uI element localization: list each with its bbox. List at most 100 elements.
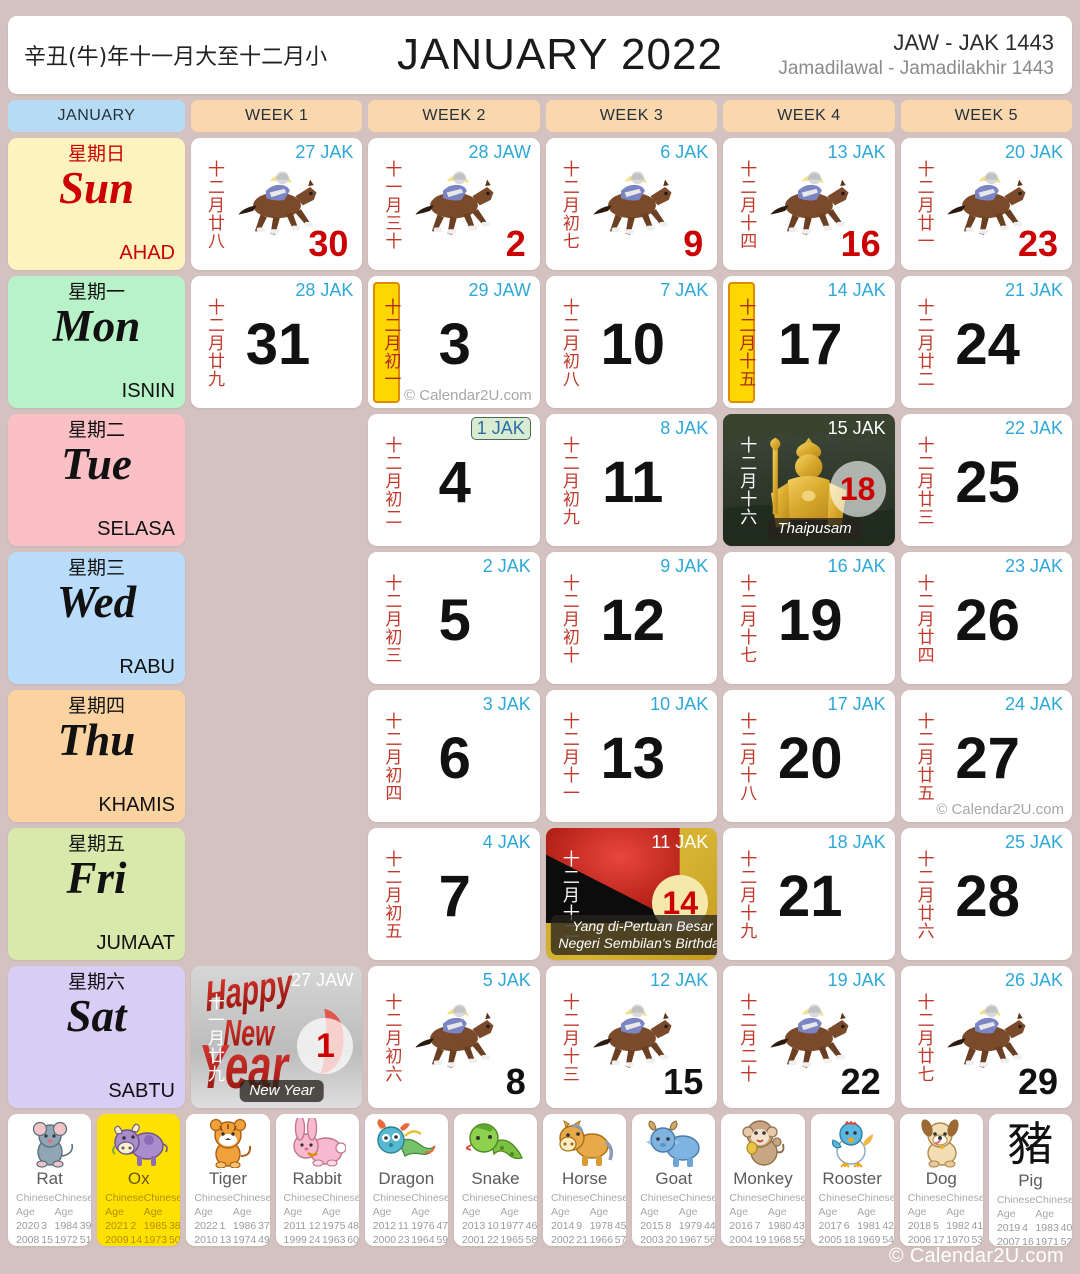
zodiac-card-monkey[interactable]: Monkey Chinese Chinese Age Age 2016 7 1980 4… <box>721 1114 805 1246</box>
day-cell-10[interactable]: 十二月初八 7 JAK 10 <box>545 276 718 408</box>
zodiac-card-dog[interactable]: Dog Chinese Chinese Age Age 2018 5 1982 41 2… <box>899 1114 983 1246</box>
hijri-date: 11 JAK <box>651 832 709 852</box>
day-cell-18[interactable]: 十二月十六 15 JAK 18 Thaipusam <box>723 414 895 546</box>
lunar-date: 十二月初十 <box>558 573 579 664</box>
zodiac-icon-rooster <box>825 1118 879 1168</box>
lunar-date: 十二月十七 <box>736 573 757 664</box>
hijri-date: 26 JAK <box>1004 970 1064 990</box>
day-cell-12[interactable]: 十二月初十 9 JAK 12 <box>545 552 718 684</box>
lunar-date: 十二月廿三 <box>913 435 934 526</box>
event-label: Thaipusam <box>767 518 862 540</box>
horse-icon <box>938 1002 1030 1070</box>
hijri-date: 29 JAW <box>468 280 531 300</box>
zodiac-card-pig[interactable]: 豬 Pig Chinese Chinese Age Age 2019 4 1983 40 … <box>988 1114 1073 1246</box>
calendar-row-mon: 星期一 Mon ISNIN 十二月廿九 28 JAK 31 十二月初一 29 JAW 3 © Ca… <box>8 276 1073 408</box>
day-cell-14[interactable]: 十二月十二 11 JAK 14 Yang di-Pertuan Besar Negeri… <box>545 828 718 960</box>
day-malay-mon: ISNIN <box>121 380 175 402</box>
zodiac-table: Chinese Chinese Age Age 2016 7 1980 43 2004 1… <box>721 1192 804 1246</box>
zodiac-table: Chinese Chinese Age Age 2020 3 1984 39 2008 1… <box>8 1192 91 1246</box>
day-cell-7[interactable]: 十二月初五 4 JAK 7 <box>368 828 540 960</box>
zodiac-card-horse[interactable]: Horse Chinese Chinese Age Age 2014 9 1978 45… <box>543 1114 627 1246</box>
zodiac-card-ox[interactable]: Ox Chinese Chinese Age Age 2021 2 1985 38 20… <box>97 1114 181 1246</box>
day-cell-2[interactable]: 十一月三十 28 JAW 2 <box>368 138 540 270</box>
zodiac-name: Dragon <box>378 1169 435 1188</box>
lunar-date: 十二月初一 <box>373 282 401 403</box>
zodiac-card-goat[interactable]: Goat Chinese Chinese Age Age 2015 8 1979 44 … <box>632 1114 716 1246</box>
zodiac-card-tiger[interactable]: Tiger Chinese Chinese Age Age 2022 1 1986 37… <box>186 1114 270 1246</box>
day-cell-26[interactable]: 十二月廿四 23 JAK 26 <box>900 552 1073 684</box>
day-cell-22[interactable]: 十二月二十 19 JAK 22 <box>723 966 895 1108</box>
day-cell-27[interactable]: 十二月廿五 24 JAK 27 © Calendar2U.com <box>900 690 1073 822</box>
week-header-1: WEEK 1 <box>191 100 363 132</box>
zodiac-card-snake[interactable]: Snake Chinese Chinese Age Age 2013 10 1977 4… <box>453 1114 538 1246</box>
lunar-date: 十一月三十 <box>381 159 402 250</box>
hijri-date: 10 JAK <box>650 694 709 714</box>
zodiac-table-head: Chinese Chinese <box>372 1192 448 1204</box>
day-cell-9[interactable]: 十二月初七 6 JAK 9 <box>545 138 718 270</box>
day-english-tue: Tue <box>61 438 132 489</box>
day-cell-25[interactable]: 十二月廿三 22 JAK 25 <box>900 414 1073 546</box>
day-cell-15[interactable]: 十二月十三 12 JAK 15 <box>545 966 718 1108</box>
hijri-date: 4 JAK <box>482 832 531 852</box>
lunar-date: 十二月初八 <box>558 297 579 388</box>
day-header-mon: 星期一 Mon ISNIN <box>8 276 185 408</box>
day-cell-5[interactable]: 十二月初三 2 JAK 5 <box>368 552 540 684</box>
day-cell-6[interactable]: 十二月初四 3 JAK 6 <box>368 690 540 822</box>
day-cell-17[interactable]: 十二月十五 14 JAK 17 <box>723 276 895 408</box>
day-cell-28[interactable]: 十二月廿六 25 JAK 28 <box>900 828 1073 960</box>
day-header-sun: 星期日 Sun AHAD <box>8 138 185 270</box>
week-header-2: WEEK 2 <box>368 100 540 132</box>
day-cell-16[interactable]: 十二月十四 13 JAK 16 <box>723 138 895 270</box>
lunar-date: 十二月初五 <box>381 849 402 940</box>
day-cell-3[interactable]: 十二月初一 29 JAW 3 © Calendar2U.com <box>368 276 540 408</box>
zodiac-name: Rabbit <box>292 1169 342 1188</box>
day-cell-29[interactable]: 十二月廿七 26 JAK 29 <box>900 966 1073 1108</box>
zodiac-icon-dog <box>914 1118 968 1168</box>
day-cell-1[interactable]: Happy New Year 十一月廿九 27 JAW 1 New Year <box>191 966 363 1108</box>
lunar-date: 十二月初三 <box>381 573 402 664</box>
day-english-sun: Sun <box>58 162 135 213</box>
day-number: 8 <box>505 1061 526 1102</box>
zodiac-table: Chinese Chinese Age Age 2019 4 1983 40 2007 1… <box>989 1194 1072 1246</box>
day-number: 11 <box>602 449 664 515</box>
zodiac-table-head2: Age Age <box>283 1205 341 1218</box>
day-chinese-mon: 星期一 <box>67 281 125 303</box>
hijri-date: 23 JAK <box>1004 556 1064 576</box>
day-cell-30[interactable]: 十二月廿八 27 JAK 30 <box>191 138 363 270</box>
day-number: 2 <box>505 223 526 264</box>
lunar-date: 十二月十六 <box>736 435 757 526</box>
zodiac-row: Rat Chinese Chinese Age Age 2020 3 1984 39 2… <box>8 1114 1073 1246</box>
week-header-row: JANUARY WEEK 1 WEEK 2 WEEK 3 WEEK 4 WEEK… <box>8 100 1073 132</box>
watermark: © Calendar2U.com <box>936 801 1065 818</box>
day-malay-fri: JUMAAT <box>96 932 175 954</box>
day-cell-20[interactable]: 十二月十八 17 JAK 20 <box>723 690 895 822</box>
zodiac-card-rat[interactable]: Rat Chinese Chinese Age Age 2020 3 1984 39 2… <box>8 1114 92 1246</box>
day-cell-24[interactable]: 十二月廿二 21 JAK 24 <box>900 276 1073 408</box>
day-malay-wed: RABU <box>119 656 175 678</box>
zodiac-name: Pig <box>1018 1171 1043 1190</box>
day-chinese-wed: 星期三 <box>67 557 125 579</box>
lunar-date: 十二月廿一 <box>913 159 934 250</box>
zodiac-card-rooster[interactable]: Rooster Chinese Chinese Age Age 2017 6 1981… <box>810 1114 894 1246</box>
hijri-date: 7 JAK <box>660 280 709 300</box>
day-cell-31[interactable]: 十二月廿九 28 JAK 31 <box>191 276 363 408</box>
day-cell-21[interactable]: 十二月十九 18 JAK 21 <box>723 828 895 960</box>
day-cell-13[interactable]: 十二月十一 10 JAK 13 <box>545 690 718 822</box>
zodiac-year-row: 2021 2 1985 38 <box>105 1219 181 1232</box>
zodiac-year-row: 2014 9 1978 45 <box>551 1219 627 1232</box>
zodiac-table-head: Chinese Chinese <box>194 1192 270 1204</box>
horse-icon <box>584 169 676 237</box>
day-chinese-thu: 星期四 <box>67 695 125 717</box>
day-cell-23[interactable]: 十二月廿一 20 JAK 23 <box>900 138 1073 270</box>
day-cell-4[interactable]: 十二月初二 1 JAK 4 <box>368 414 540 546</box>
watermark: © Calendar2U.com <box>404 387 532 404</box>
day-number: 5 <box>438 587 471 653</box>
day-cell-8[interactable]: 十二月初六 5 JAK 8 <box>368 966 540 1108</box>
day-cell-19[interactable]: 十二月十七 16 JAK 19 <box>723 552 895 684</box>
zodiac-card-dragon[interactable]: Dragon Chinese Chinese Age Age 2012 11 1976… <box>364 1114 448 1246</box>
lunar-date: 十二月十九 <box>736 849 757 940</box>
horse-icon <box>229 169 321 237</box>
day-cell-11[interactable]: 十二月初九 8 JAK 11 <box>545 414 718 546</box>
zodiac-card-rabbit[interactable]: Rabbit Chinese Chinese Age Age 2011 12 1975… <box>275 1114 359 1246</box>
zodiac-table: Chinese Chinese Age Age 2018 5 1982 41 2006 1… <box>900 1192 983 1246</box>
